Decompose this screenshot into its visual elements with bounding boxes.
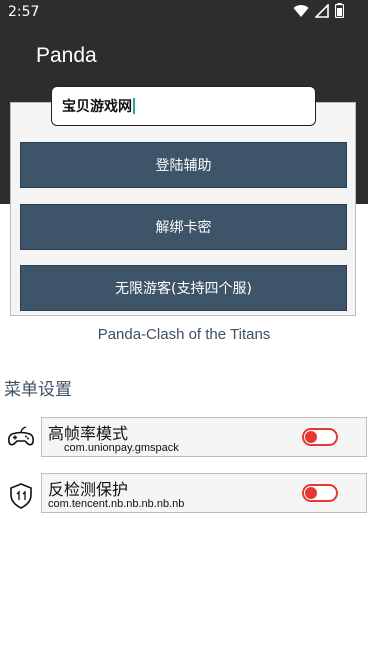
menu-item-subtitle: com.unionpay.gmspack <box>64 442 179 454</box>
menu-item-anti-detect: 反检测保护 com.tencent.nb.nb.nb.nb.nb <box>41 473 367 513</box>
menu-settings-title: 菜单设置 <box>4 380 72 400</box>
menu-item-high-fps: 高帧率模式 com.unionpay.gmspack <box>41 417 367 457</box>
status-icons <box>293 3 344 18</box>
signal-icon <box>315 3 329 18</box>
card-key-input[interactable]: 宝贝游戏网 <box>51 86 316 126</box>
status-time: 2:57 <box>8 4 40 20</box>
high-fps-toggle[interactable] <box>302 428 338 446</box>
guest-login-button[interactable]: 无限游客(支持四个服) <box>20 265 347 311</box>
unbind-key-button[interactable]: 解绑卡密 <box>20 204 347 250</box>
menu-item-title: 高帧率模式 <box>48 424 129 443</box>
menu-item-title: 反检测保护 <box>48 480 129 499</box>
input-value: 宝贝游戏网 <box>62 99 132 115</box>
gamepad-icon <box>8 426 34 446</box>
login-assist-button[interactable]: 登陆辅助 <box>20 142 347 188</box>
shield-icon <box>10 483 32 509</box>
game-subtitle: Panda-Clash of the Titans <box>97 326 271 343</box>
wifi-icon <box>293 4 309 17</box>
toggle-knob <box>305 487 317 499</box>
anti-detect-toggle[interactable] <box>302 484 338 502</box>
battery-icon <box>335 3 344 18</box>
toggle-knob <box>305 431 317 443</box>
menu-item-subtitle: com.tencent.nb.nb.nb.nb.nb <box>48 498 185 510</box>
app-title: Panda <box>36 44 97 67</box>
text-cursor <box>133 98 135 114</box>
